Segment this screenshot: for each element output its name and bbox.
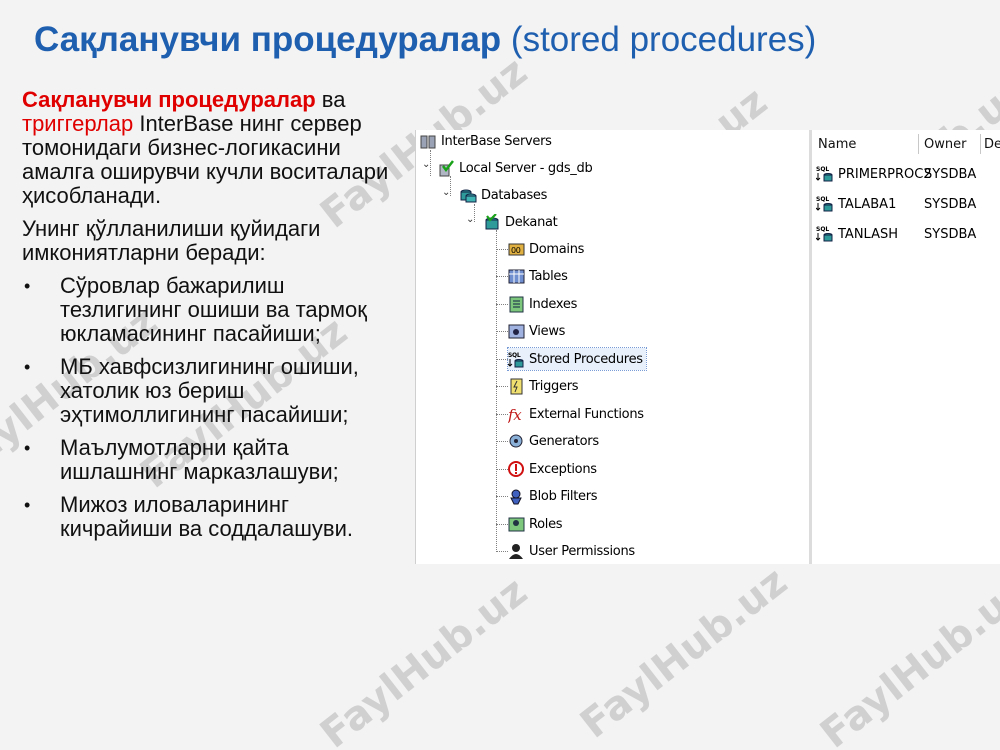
table-icon [508,268,525,285]
bullet-item: • Мижоз иловаларининг кичрайиши ва соддал… [22,493,402,541]
column-header-owner[interactable]: Owner [924,130,966,158]
tree-item-stored-procedures[interactable]: SQL Stored Procedures [507,347,647,371]
column-header-name[interactable]: Name [818,130,856,158]
row-name: TALABA1 [838,196,897,212]
bullet-dot-icon: • [24,276,31,296]
tree-item-blob-filters[interactable]: Blob Filters [508,485,598,507]
tree-item-user-permissions[interactable]: User Permissions [508,540,635,562]
tree-item-domains[interactable]: 00 Domains [508,238,584,260]
function-icon: fx [507,406,525,424]
tree-item-indexes[interactable]: Indexes [508,293,577,315]
databases-icon [460,187,477,204]
second-paragraph: Унинг қўлланилиши қуйидаги имкониятларни… [22,216,321,265]
row-owner: SYSDBA [924,196,977,212]
watermark: FaylHub.uz [812,568,1000,750]
stored-procedure-icon: SQL [815,195,834,213]
title-bold: Сақланувчи процедуралар [34,20,502,59]
server-group-icon [420,133,437,150]
list-pane: Name Owner Des SQL PRIMERPROC2 SYSDBA SQ… [812,130,1000,564]
trigger-icon [508,378,525,395]
bullet-text: Маълумотларни қайта ишлашнинг марказлашу… [60,435,339,484]
bullet-item: • Маълумотларни қайта ишлашнинг марказлаш… [22,436,402,484]
row-name: TANLASH [838,226,899,242]
index-icon [508,296,525,313]
intro-paragraph: Сақланувчи процедуралар ва триггерлар In… [22,88,402,208]
tree-item-tables[interactable]: Tables [508,265,568,287]
row-name: PRIMERPROC2 [838,166,932,182]
svg-text:SQL: SQL [816,166,829,173]
bullet-text: Сўровлар бажарилиш тезлигининг ошиши ва … [60,273,367,346]
stored-procedure-icon: SQL [507,351,525,368]
stored-procedure-icon: SQL [815,225,834,243]
tree-databases[interactable]: Databases [460,184,547,206]
collapse-arrow-icon[interactable]: ⌄ [466,214,474,225]
table-row[interactable]: SQL TANLASH SYSDBA [815,223,977,245]
view-icon [508,323,525,340]
domains-icon: 00 [508,241,525,258]
exception-icon [508,460,525,478]
column-header-description[interactable]: Des [984,130,1000,158]
tree-local-server[interactable]: Local Server - gds_db [438,157,593,179]
bullet-dot-icon: • [24,495,31,515]
bullet-item: • МБ хавфсизлигининг ошиши, хатолик юз бе… [22,355,402,427]
tree-item-external-functions[interactable]: fx External Functions [507,403,644,425]
bullet-text: МБ хавфсизлигининг ошиши, хатолик юз бер… [60,354,359,427]
slide-title: Сақланувчи процедуралар (stored procedur… [34,20,984,74]
collapse-arrow-icon[interactable]: ⌄ [442,187,450,198]
bullet-dot-icon: • [24,438,31,458]
intro-red-bold: Сақланувчи процедуралар [22,87,316,112]
server-connected-icon [438,159,455,177]
blob-filter-icon [508,488,525,505]
svg-text:00: 00 [511,246,521,255]
row-owner: SYSDBA [924,226,977,242]
table-row[interactable]: SQL PRIMERPROC2 SYSDBA [815,163,977,185]
bullet-dot-icon: • [24,357,31,377]
watermark: FaylHub.uz [312,568,536,750]
tree-item-generators[interactable]: Generators [508,430,599,452]
intro-red: триггерлар [22,111,134,136]
database-connected-icon [484,212,501,231]
row-owner: SYSDBA [924,166,977,182]
svg-text:SQL: SQL [508,352,521,359]
tree-pane: ⌄ ⌄ ⌄ InterBase Servers Local Server - g… [416,130,808,564]
tree-item-roles[interactable]: Roles [508,513,563,535]
svg-text:SQL: SQL [816,226,829,233]
roles-icon [508,516,525,533]
ibconsole-screenshot: ⌄ ⌄ ⌄ InterBase Servers Local Server - g… [415,130,1000,564]
svg-text:fx: fx [508,406,522,423]
bullet-list: • Сўровлар бажарилиш тезлигининг ошиши ва… [22,274,402,541]
collapse-arrow-icon[interactable]: ⌄ [422,159,430,170]
svg-text:SQL: SQL [816,196,829,203]
tree-item-exceptions[interactable]: Exceptions [508,458,597,480]
tree-item-views[interactable]: Views [508,320,565,342]
bullet-text: Мижоз иловаларининг кичрайиши ва соддала… [60,492,353,541]
generator-icon [508,433,525,450]
text-column: Сақланувчи процедуралар ва триггерлар In… [22,88,402,550]
user-permissions-icon [508,543,525,560]
stored-procedure-icon: SQL [815,165,834,183]
tree-database-dekanat[interactable]: Dekanat [484,211,558,233]
tree-root-interbase-servers[interactable]: InterBase Servers [420,130,552,152]
tree-item-triggers[interactable]: Triggers [508,375,579,397]
intro-part1: ва [321,87,346,112]
bullet-item: • Сўровлар бажарилиш тезлигининг ошиши ва… [22,274,402,346]
watermark: FaylHub.uz [572,558,796,748]
title-rest: (stored procedures) [510,20,817,59]
table-row[interactable]: SQL TALABA1 SYSDBA [815,193,977,215]
